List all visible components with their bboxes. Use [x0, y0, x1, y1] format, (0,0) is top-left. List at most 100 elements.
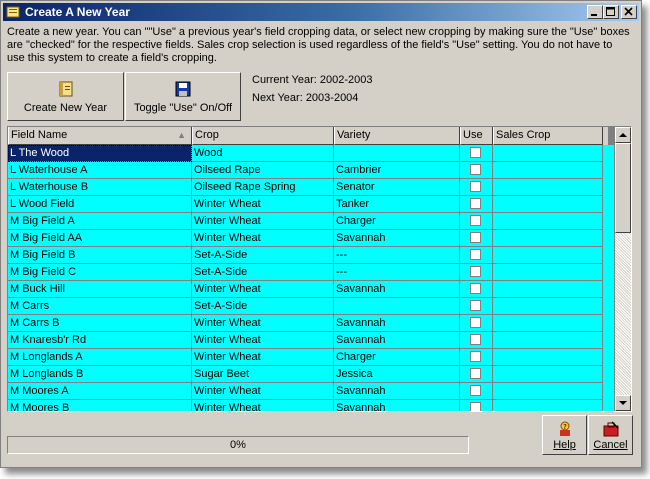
table-row[interactable]: M Moores B Winter Wheat Savannah	[8, 400, 614, 411]
use-checkbox[interactable]	[470, 283, 481, 294]
cell-crop[interactable]: Winter Wheat	[192, 315, 334, 332]
cell-variety[interactable]	[334, 298, 460, 315]
table-row[interactable]: M Big Field B Set-A-Side ---	[8, 247, 614, 264]
maximize-button[interactable]	[603, 5, 619, 19]
use-checkbox[interactable]	[470, 334, 481, 345]
cell-use[interactable]	[460, 400, 493, 411]
cell-variety[interactable]: Charger	[334, 349, 460, 366]
cell-crop[interactable]: Oilseed Rape Spring	[192, 179, 334, 196]
fields-grid[interactable]: Field Name ▲ Crop Variety Use Sales Crop…	[7, 126, 632, 412]
cell-crop[interactable]: Winter Wheat	[192, 230, 334, 247]
cell-field-name[interactable]: M Carrs	[8, 298, 192, 315]
scroll-track[interactable]	[615, 233, 631, 395]
cell-field-name[interactable]: M Knaresb'r Rd	[8, 332, 192, 349]
cell-use[interactable]	[460, 196, 493, 213]
cell-variety[interactable]: Senator	[334, 179, 460, 196]
cell-sales-crop[interactable]	[493, 332, 603, 349]
scroll-up-button[interactable]	[615, 127, 631, 143]
cell-use[interactable]	[460, 247, 493, 264]
toggle-use-button[interactable]: Toggle "Use" On/Off	[125, 72, 241, 121]
cell-variety[interactable]: Savannah	[334, 332, 460, 349]
use-checkbox[interactable]	[470, 232, 481, 243]
table-row[interactable]: L The Wood Wood	[8, 145, 614, 162]
use-checkbox[interactable]	[470, 368, 481, 379]
cell-field-name[interactable]: M Big Field B	[8, 247, 192, 264]
cell-sales-crop[interactable]	[493, 230, 603, 247]
use-checkbox[interactable]	[470, 385, 481, 396]
cell-use[interactable]	[460, 383, 493, 400]
cell-use[interactable]	[460, 332, 493, 349]
cell-crop[interactable]: Winter Wheat	[192, 281, 334, 298]
cell-variety[interactable]: Savannah	[334, 315, 460, 332]
cell-variety[interactable]	[334, 145, 460, 162]
table-row[interactable]: L Wood Field Winter Wheat Tanker	[8, 196, 614, 213]
cell-use[interactable]	[460, 230, 493, 247]
use-checkbox[interactable]	[470, 300, 481, 311]
use-checkbox[interactable]	[470, 181, 481, 192]
cell-crop[interactable]: Winter Wheat	[192, 349, 334, 366]
table-row[interactable]: M Big Field AA Winter Wheat Savannah	[8, 230, 614, 247]
cell-crop[interactable]: Set-A-Side	[192, 247, 334, 264]
column-header-sales-crop[interactable]: Sales Crop	[493, 127, 603, 145]
cell-field-name[interactable]: M Longlands B	[8, 366, 192, 383]
table-row[interactable]: M Buck Hill Winter Wheat Savannah	[8, 281, 614, 298]
title-bar[interactable]: Create A New Year	[3, 3, 639, 21]
cell-field-name[interactable]: M Big Field A	[8, 213, 192, 230]
cell-use[interactable]	[460, 162, 493, 179]
cell-variety[interactable]: Cambrier	[334, 162, 460, 179]
use-checkbox[interactable]	[470, 266, 481, 277]
cell-variety[interactable]: ---	[334, 247, 460, 264]
column-header-use[interactable]: Use	[460, 127, 493, 145]
cell-sales-crop[interactable]	[493, 400, 603, 411]
cell-field-name[interactable]: M Longlands A	[8, 349, 192, 366]
cell-sales-crop[interactable]	[493, 162, 603, 179]
cell-crop[interactable]: Winter Wheat	[192, 332, 334, 349]
table-row[interactable]: M Moores A Winter Wheat Savannah	[8, 383, 614, 400]
use-checkbox[interactable]	[470, 198, 481, 209]
cell-field-name[interactable]: L Waterhouse B	[8, 179, 192, 196]
create-new-year-button[interactable]: Create New Year	[7, 72, 124, 121]
table-row[interactable]: L Waterhouse B Oilseed Rape Spring Senator	[8, 179, 614, 196]
cell-use[interactable]	[460, 281, 493, 298]
cell-crop[interactable]: Winter Wheat	[192, 196, 334, 213]
cell-variety[interactable]: Tanker	[334, 196, 460, 213]
cell-field-name[interactable]: M Big Field AA	[8, 230, 192, 247]
use-checkbox[interactable]	[470, 147, 481, 158]
column-header-field-name[interactable]: Field Name ▲	[8, 127, 192, 145]
column-header-crop[interactable]: Crop	[192, 127, 334, 145]
use-checkbox[interactable]	[470, 249, 481, 260]
cancel-button[interactable]: Cancel	[588, 415, 633, 455]
cell-crop[interactable]: Winter Wheat	[192, 213, 334, 230]
table-row[interactable]: M Carrs B Winter Wheat Savannah	[8, 315, 614, 332]
use-checkbox[interactable]	[470, 351, 481, 362]
cell-crop[interactable]: Set-A-Side	[192, 264, 334, 281]
cell-variety[interactable]: ---	[334, 264, 460, 281]
cell-variety[interactable]: Savannah	[334, 230, 460, 247]
cell-crop[interactable]: Oilseed Rape	[192, 162, 334, 179]
cell-crop[interactable]: Winter Wheat	[192, 383, 334, 400]
cell-use[interactable]	[460, 315, 493, 332]
cell-use[interactable]	[460, 145, 493, 162]
cell-sales-crop[interactable]	[493, 264, 603, 281]
cell-field-name[interactable]: L Wood Field	[8, 196, 192, 213]
cell-crop[interactable]: Winter Wheat	[192, 400, 334, 411]
cell-sales-crop[interactable]	[493, 179, 603, 196]
cell-crop[interactable]: Sugar Beet	[192, 366, 334, 383]
column-header-variety[interactable]: Variety	[334, 127, 460, 145]
cell-sales-crop[interactable]	[493, 213, 603, 230]
cell-field-name[interactable]: M Moores B	[8, 400, 192, 411]
table-row[interactable]: L Waterhouse A Oilseed Rape Cambrier	[8, 162, 614, 179]
scroll-thumb[interactable]	[615, 143, 631, 233]
cell-field-name[interactable]: M Buck Hill	[8, 281, 192, 298]
table-row[interactable]: M Knaresb'r Rd Winter Wheat Savannah	[8, 332, 614, 349]
cell-sales-crop[interactable]	[493, 281, 603, 298]
cell-sales-crop[interactable]	[493, 196, 603, 213]
table-row[interactable]: M Big Field C Set-A-Side ---	[8, 264, 614, 281]
scroll-down-button[interactable]	[615, 395, 631, 411]
cell-field-name[interactable]: M Moores A	[8, 383, 192, 400]
cell-use[interactable]	[460, 264, 493, 281]
cell-sales-crop[interactable]	[493, 366, 603, 383]
cell-sales-crop[interactable]	[493, 298, 603, 315]
use-checkbox[interactable]	[470, 402, 481, 411]
cell-sales-crop[interactable]	[493, 383, 603, 400]
